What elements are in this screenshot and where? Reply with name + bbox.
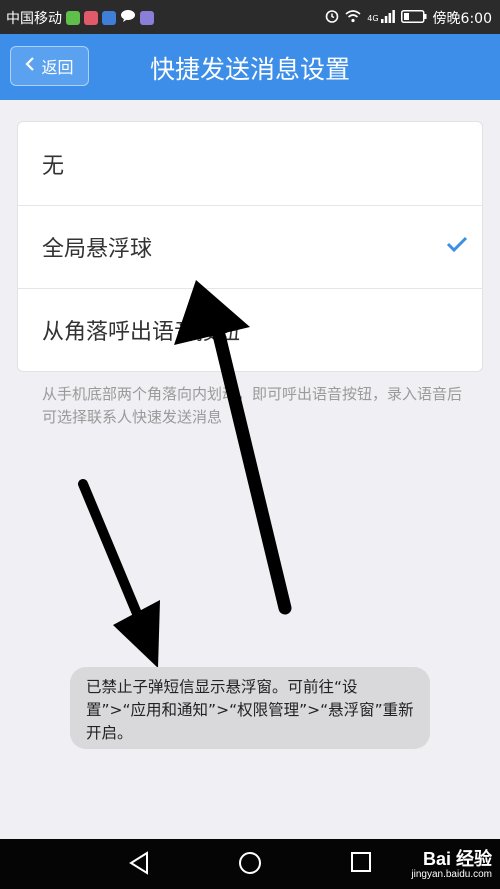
annotation-arrows	[78, 280, 292, 668]
baidu-jingyan-watermark: Bai 经验 jingyan.baidu.com	[411, 845, 492, 880]
back-nav-icon[interactable]	[128, 851, 150, 879]
home-nav-icon[interactable]	[238, 851, 262, 879]
toast-message: 已禁止子弹短信显示悬浮窗。可前往“设置”>“应用和通知”>“权限管理”>“悬浮窗…	[70, 667, 430, 749]
navigation-bar: Bai 经验 jingyan.baidu.com	[0, 839, 500, 889]
down-arrow-annotation	[78, 479, 160, 668]
recents-nav-icon[interactable]	[350, 851, 372, 877]
up-arrow-annotation	[174, 280, 292, 615]
watermark-sub-text: jingyan.baidu.com	[411, 869, 492, 880]
watermark-main-text: Bai 经验	[422, 849, 492, 869]
